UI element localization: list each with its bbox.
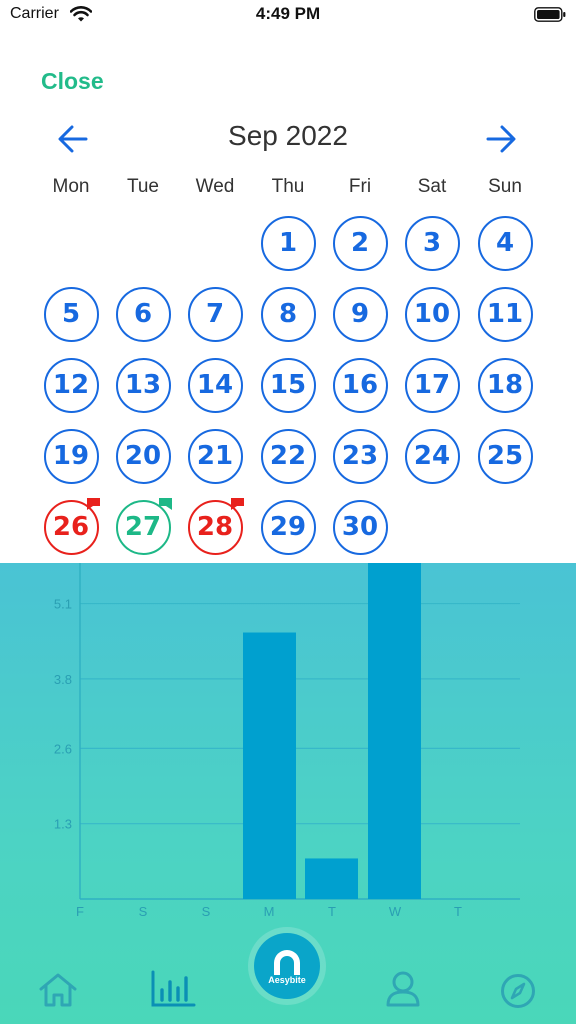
- calendar-day-1[interactable]: 1: [260, 215, 316, 271]
- weekday-thu: Thu: [271, 176, 305, 197]
- calendar-day-label: 18: [486, 370, 524, 400]
- calendar-day-27[interactable]: 27: [115, 497, 172, 555]
- x-tick-label: S: [139, 904, 148, 919]
- calendar-day-10[interactable]: 10: [404, 286, 460, 342]
- stats-icon[interactable]: [150, 970, 196, 1008]
- close-button[interactable]: Close: [41, 68, 104, 95]
- y-tick-label: 1.3: [54, 817, 72, 832]
- calendar-day-label: 5: [61, 299, 81, 329]
- calendar-day-label: 29: [269, 512, 307, 542]
- calendar-day-label: 28: [196, 512, 234, 542]
- calendar-day-14[interactable]: 14: [187, 357, 243, 413]
- calendar-day-16[interactable]: 16: [332, 357, 388, 413]
- good-flag-icon: [158, 497, 172, 510]
- calendar-day-2[interactable]: 2: [332, 215, 388, 271]
- calendar-day-6[interactable]: 6: [115, 286, 171, 342]
- calendar-day-9[interactable]: 9: [332, 286, 388, 342]
- calendar-day-25[interactable]: 25: [477, 428, 533, 484]
- profile-icon[interactable]: [384, 970, 422, 1008]
- bad-flag-icon: [86, 497, 100, 510]
- calendar-day-21[interactable]: 21: [187, 428, 243, 484]
- calendar-day-label: 3: [422, 228, 442, 258]
- battery-icon: [534, 7, 566, 22]
- x-tick-label: S: [202, 904, 211, 919]
- weekday-tue: Tue: [126, 176, 160, 197]
- bad-flag-icon: [230, 497, 244, 510]
- aesybite-logo-label: Aesybite: [268, 975, 306, 985]
- calendar-day-11[interactable]: 11: [477, 286, 533, 342]
- calendar-day-label: 4: [495, 228, 515, 258]
- calendar-day-15[interactable]: 15: [260, 357, 316, 413]
- calendar-day-label: 11: [486, 299, 524, 329]
- calendar-day-label: 26: [52, 512, 90, 542]
- calendar-day-label: 12: [52, 370, 90, 400]
- calendar-day-label: 30: [341, 512, 379, 542]
- chart-bar: [368, 563, 421, 899]
- compass-icon[interactable]: [500, 973, 536, 1009]
- chart-bar: [305, 858, 358, 899]
- calendar-day-23[interactable]: 23: [332, 428, 388, 484]
- calendar-day-label: 22: [269, 441, 307, 471]
- weekday-wed: Wed: [195, 176, 235, 197]
- calendar-day-24[interactable]: 24: [404, 428, 460, 484]
- calendar-day-label: 2: [350, 228, 370, 258]
- calendar-day-label: 13: [124, 370, 162, 400]
- status-bar: Carrier 4:49 PM: [0, 0, 576, 32]
- chart-bar: [243, 632, 296, 899]
- calendar-day-8[interactable]: 8: [260, 286, 316, 342]
- weekday-sat: Sat: [417, 176, 447, 197]
- weekday-sun: Sun: [488, 176, 522, 197]
- aesybite-arch-icon: [274, 950, 300, 975]
- x-tick-label: T: [328, 904, 336, 919]
- calendar-day-label: 20: [124, 441, 162, 471]
- calendar-day-label: 21: [196, 441, 234, 471]
- calendar-day-19[interactable]: 19: [43, 428, 99, 484]
- weekday-fri: Fri: [348, 176, 372, 197]
- calendar-day-label: 19: [52, 441, 90, 471]
- calendar-day-7[interactable]: 7: [187, 286, 243, 342]
- calendar-day-5[interactable]: 5: [43, 286, 99, 342]
- home-icon[interactable]: [38, 972, 78, 1008]
- calendar-day-label: 16: [341, 370, 379, 400]
- x-tick-label: F: [76, 904, 84, 919]
- next-month-arrow-icon[interactable]: [484, 122, 518, 156]
- calendar-day-28[interactable]: 28: [187, 497, 244, 555]
- weekday-mon: Mon: [52, 176, 90, 197]
- calendar-day-12[interactable]: 12: [43, 357, 99, 413]
- calendar-day-label: 17: [413, 370, 451, 400]
- status-time: 4:49 PM: [255, 4, 321, 23]
- y-tick-label: 3.8: [54, 672, 72, 687]
- calendar-day-label: 14: [196, 370, 234, 400]
- calendar-day-18[interactable]: 18: [477, 357, 533, 413]
- calendar-day-label: 25: [486, 441, 524, 471]
- calendar-day-label: 1: [278, 228, 298, 258]
- calendar-day-label: 23: [341, 441, 379, 471]
- calendar-day-label: 6: [133, 299, 153, 329]
- calendar-day-30[interactable]: 30: [332, 499, 388, 555]
- x-tick-label: T: [454, 904, 462, 919]
- x-tick-label: W: [389, 904, 402, 919]
- calendar-day-26[interactable]: 26: [43, 497, 100, 555]
- calendar-day-label: 10: [413, 299, 451, 329]
- calendar-day-4[interactable]: 4: [477, 215, 533, 271]
- calendar-day-17[interactable]: 17: [404, 357, 460, 413]
- calendar-day-22[interactable]: 22: [260, 428, 316, 484]
- calendar-day-label: 15: [269, 370, 307, 400]
- calendar-day-label: 24: [413, 441, 451, 471]
- aesybite-logo-button[interactable]: Aesybite: [254, 933, 320, 999]
- calendar-day-label: 8: [278, 299, 298, 329]
- calendar-day-label: 7: [205, 299, 225, 329]
- calendar-day-13[interactable]: 13: [115, 357, 171, 413]
- y-tick-label: 2.6: [54, 741, 72, 756]
- calendar-day-29[interactable]: 29: [260, 499, 316, 555]
- y-tick-label: 5.1: [54, 597, 72, 612]
- x-tick-label: M: [264, 904, 275, 919]
- calendar-day-label: 9: [350, 299, 370, 329]
- calendar-day-20[interactable]: 20: [115, 428, 171, 484]
- calendar-day-3[interactable]: 3: [404, 215, 460, 271]
- calendar-day-label: 27: [124, 512, 162, 542]
